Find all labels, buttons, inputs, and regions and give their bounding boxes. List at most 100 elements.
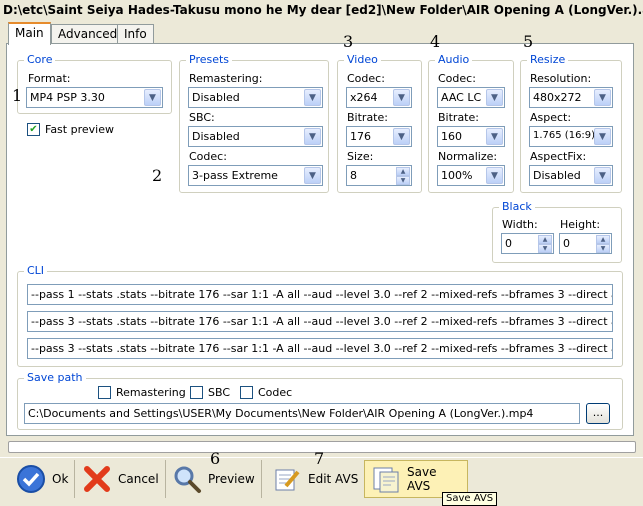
tab-info[interactable]: Info xyxy=(117,24,154,45)
spin-down-icon[interactable]: ▼ xyxy=(596,244,610,253)
save-remastering-checkbox[interactable] xyxy=(98,386,111,399)
normalize-select[interactable]: 100% ▼ xyxy=(437,165,505,186)
resolution-select[interactable]: 480x272 ▼ xyxy=(529,87,613,108)
remastering-select[interactable]: Disabled ▼ xyxy=(188,87,323,108)
spin-up-icon[interactable]: ▲ xyxy=(596,235,610,244)
save-path-input[interactable]: C:\Documents and Settings\USER\My Docume… xyxy=(24,403,580,424)
black-width-stepper[interactable]: 0 ▲ ▼ xyxy=(501,233,554,254)
video-bitrate-value: 176 xyxy=(350,130,371,143)
preset-codec-label: Codec: xyxy=(189,150,227,163)
resize-title: Resize xyxy=(527,53,569,66)
magnifier-icon xyxy=(172,464,202,494)
chevron-down-icon[interactable]: ▼ xyxy=(594,167,611,184)
core-group: Core Format: MP4 PSP 3.30 ▼ xyxy=(17,53,172,114)
audio-bitrate-label: Bitrate: xyxy=(438,111,479,124)
chevron-down-icon[interactable]: ▼ xyxy=(486,89,503,106)
chevron-down-icon[interactable]: ▼ xyxy=(393,89,410,106)
spin-up-icon[interactable]: ▲ xyxy=(538,235,552,244)
chevron-down-icon[interactable]: ▼ xyxy=(486,167,503,184)
cli-pass3-field[interactable]: --pass 3 --stats .stats --bitrate 176 --… xyxy=(27,338,613,359)
annotation-3: 3 xyxy=(343,32,354,51)
cancel-label: Cancel xyxy=(118,472,159,486)
chevron-down-icon[interactable]: ▼ xyxy=(144,89,161,106)
preview-label: Preview xyxy=(208,472,255,486)
normalize-label: Normalize: xyxy=(438,150,498,163)
preset-codec-select[interactable]: 3-pass Extreme ▼ xyxy=(188,165,323,186)
spin-up-icon[interactable]: ▲ xyxy=(396,167,410,176)
black-height-stepper[interactable]: 0 ▲ ▼ xyxy=(559,233,612,254)
black-width-label: Width: xyxy=(502,218,538,231)
chevron-down-icon[interactable]: ▼ xyxy=(304,89,321,106)
black-height-label: Height: xyxy=(560,218,601,231)
save-document-icon xyxy=(371,464,401,494)
tab-main[interactable]: Main xyxy=(8,22,51,45)
sbc-label: SBC: xyxy=(189,111,215,124)
save-avs-label: Save AVS xyxy=(407,465,437,493)
normalize-value: 100% xyxy=(441,169,473,182)
annotation-7: 7 xyxy=(314,449,325,468)
presets-title: Presets xyxy=(186,53,233,66)
sbc-value: Disabled xyxy=(192,130,240,143)
save-sbc-checkbox[interactable] xyxy=(190,386,203,399)
aspectfix-select[interactable]: Disabled ▼ xyxy=(529,165,613,186)
audio-title: Audio xyxy=(435,53,473,66)
cancel-button[interactable]: Cancel xyxy=(76,460,166,498)
video-codec-value: x264 xyxy=(350,91,378,104)
audio-bitrate-select[interactable]: 160 ▼ xyxy=(437,126,505,147)
annotation-1: 1 xyxy=(12,86,23,105)
save-path-title: Save path xyxy=(24,371,86,384)
cli-pass2-field[interactable]: --pass 3 --stats .stats --bitrate 176 --… xyxy=(27,311,613,332)
tab-advanced[interactable]: Advanced xyxy=(51,24,125,45)
save-codec-checkbox[interactable] xyxy=(240,386,253,399)
resolution-label: Resolution: xyxy=(530,72,592,85)
spin-down-icon[interactable]: ▼ xyxy=(396,176,410,185)
save-path-group: Save path Remastering SBC Codec C:\Docum… xyxy=(17,371,623,430)
size-label: Size: xyxy=(347,150,374,163)
annotation-5: 5 xyxy=(523,32,534,51)
remastering-value: Disabled xyxy=(192,91,240,104)
audio-codec-select[interactable]: AAC LC ▼ xyxy=(437,87,505,108)
fast-preview-checkbox[interactable]: ✔ xyxy=(27,123,40,136)
chevron-down-icon[interactable]: ▼ xyxy=(486,128,503,145)
ok-button[interactable]: Ok xyxy=(10,460,76,498)
annotation-4: 4 xyxy=(430,32,441,51)
resize-group: Resize Resolution: 480x272 ▼ Aspect: 1.7… xyxy=(520,53,622,193)
cli-pass1-field[interactable]: --pass 1 --stats .stats --bitrate 176 --… xyxy=(27,284,613,305)
format-select[interactable]: MP4 PSP 3.30 ▼ xyxy=(26,87,163,108)
fast-preview-label: Fast preview xyxy=(45,123,114,136)
format-value: MP4 PSP 3.30 xyxy=(30,91,105,104)
chevron-down-icon[interactable]: ▼ xyxy=(304,128,321,145)
aspect-label: Aspect: xyxy=(530,111,572,124)
sbc-select[interactable]: Disabled ▼ xyxy=(188,126,323,147)
black-width-value: 0 xyxy=(505,237,512,250)
video-codec-select[interactable]: x264 ▼ xyxy=(346,87,412,108)
save-codec-label: Codec xyxy=(258,386,293,399)
chevron-down-icon[interactable]: ▼ xyxy=(304,167,321,184)
video-codec-label: Codec: xyxy=(347,72,385,85)
close-icon xyxy=(82,464,112,494)
presets-group: Presets Remastering: Disabled ▼ SBC: Dis… xyxy=(179,53,329,193)
resolution-value: 480x272 xyxy=(533,91,582,104)
audio-codec-label: Codec: xyxy=(438,72,476,85)
aspect-select[interactable]: 1.765 (16:9) ▼ xyxy=(529,126,613,147)
video-bitrate-select[interactable]: 176 ▼ xyxy=(346,126,412,147)
edit-document-icon xyxy=(272,464,302,494)
black-group: Black Width: 0 ▲ ▼ Height: 0 ▲ ▼ xyxy=(492,200,622,263)
core-title: Core xyxy=(24,53,56,66)
chevron-down-icon[interactable]: ▼ xyxy=(594,89,611,106)
browse-button[interactable]: ... xyxy=(586,403,610,424)
video-group: Video Codec: x264 ▼ Bitrate: 176 ▼ Size:… xyxy=(337,53,422,193)
audio-group: Audio Codec: AAC LC ▼ Bitrate: 160 ▼ Nor… xyxy=(428,53,514,193)
chevron-down-icon[interactable]: ▼ xyxy=(594,128,611,145)
video-title: Video xyxy=(344,53,381,66)
size-value: 8 xyxy=(350,169,357,182)
aspectfix-value: Disabled xyxy=(533,169,581,182)
annotation-6: 6 xyxy=(210,449,221,468)
spin-down-icon[interactable]: ▼ xyxy=(538,244,552,253)
checkmark-icon xyxy=(16,464,46,494)
cli-group: CLI --pass 1 --stats .stats --bitrate 17… xyxy=(17,264,623,367)
ok-label: Ok xyxy=(52,472,69,486)
size-stepper[interactable]: 8 ▲ ▼ xyxy=(346,165,412,186)
chevron-down-icon[interactable]: ▼ xyxy=(393,128,410,145)
aspect-value: 1.765 (16:9) xyxy=(533,130,596,141)
